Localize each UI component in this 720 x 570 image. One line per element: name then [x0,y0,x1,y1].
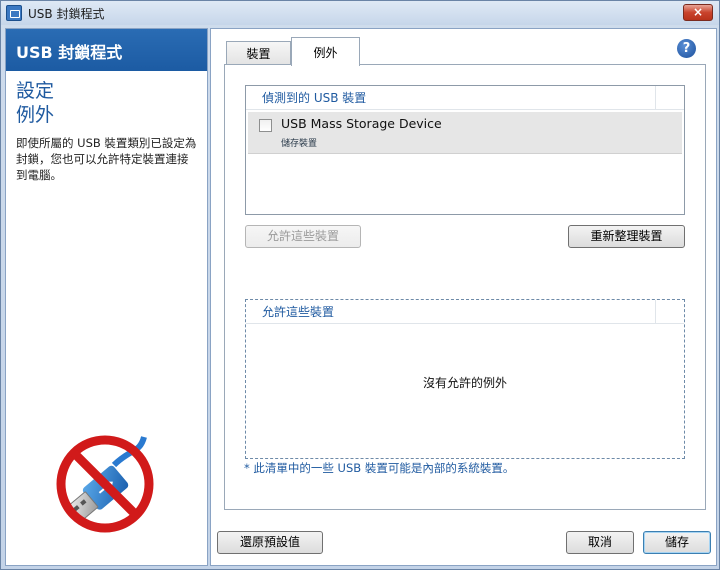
detected-devices-list[interactable]: 偵測到的 USB 裝置 USB Mass Storage Device 儲存裝置 [245,85,685,215]
device-checkbox[interactable] [259,119,272,132]
list-item[interactable]: USB Mass Storage Device 儲存裝置 [248,112,682,154]
help-icon[interactable]: ? [677,39,696,58]
close-button[interactable]: × [683,4,713,21]
cancel-button[interactable]: 取消 [566,531,634,554]
allow-devices-button[interactable]: 允許這些裝置 [245,225,361,248]
save-button[interactable]: 儲存 [643,531,711,554]
detected-devices-header: 偵測到的 USB 裝置 [246,86,684,110]
app-icon [6,5,22,21]
title-bar: USB 封鎖程式 × [1,1,719,25]
tab-devices[interactable]: 裝置 [226,41,291,65]
device-type: 儲存裝置 [281,139,318,149]
main-panel: 裝置 例外 ? 偵測到的 USB 裝置 USB Mass Storage Dev… [210,28,717,566]
usb-blocked-icon [56,435,154,533]
refresh-devices-button[interactable]: 重新整理裝置 [568,225,685,248]
sidebar: USB 封鎖程式 設定 例外 即使所屬的 USB 裝置類別已設定為封鎖，您也可以… [5,28,208,566]
allowed-devices-header: 允許這些裝置 [246,300,684,324]
allowed-devices-list[interactable]: 允許這些裝置 沒有允許的例外 [245,299,685,459]
device-name: USB Mass Storage Device [281,116,442,131]
footnote: * 此清單中的一些 USB 裝置可能是內部的系統裝置。 [244,461,515,475]
app-window: USB 封鎖程式 × USB 封鎖程式 設定 例外 即使所屬的 USB 裝置類別… [0,0,720,570]
sidebar-header: USB 封鎖程式 [6,29,207,71]
section-title: 設定 例外 [6,71,207,127]
section-title-line2: 例外 [16,104,55,126]
window-title: USB 封鎖程式 [28,6,105,21]
tab-exceptions[interactable]: 例外 [291,37,360,66]
restore-defaults-button[interactable]: 還原預設值 [217,531,323,554]
empty-exceptions-text: 沒有允許的例外 [422,376,507,390]
section-title-line1: 設定 [16,80,55,102]
section-description: 即使所屬的 USB 裝置類別已設定為封鎖，您也可以允許特定裝置連接到電腦。 [16,136,197,182]
exceptions-tab-panel: 偵測到的 USB 裝置 USB Mass Storage Device 儲存裝置… [224,64,706,510]
